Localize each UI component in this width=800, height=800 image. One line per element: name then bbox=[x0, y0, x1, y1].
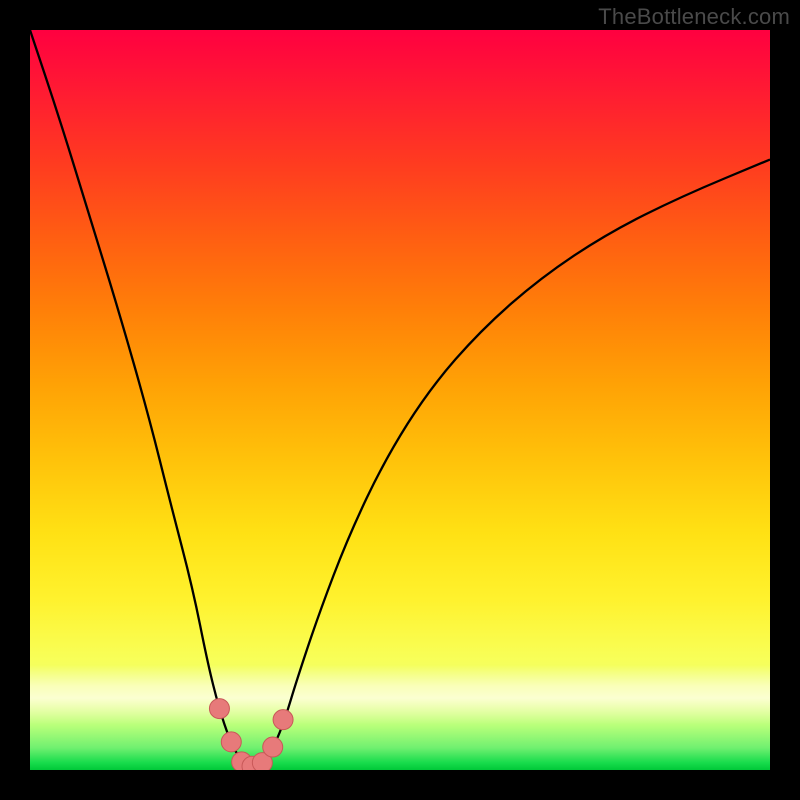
marker-dot bbox=[263, 737, 283, 757]
plot-area bbox=[30, 30, 770, 770]
marker-group bbox=[209, 699, 293, 770]
watermark-text: TheBottleneck.com bbox=[598, 4, 790, 30]
bottleneck-curve bbox=[30, 30, 770, 766]
marker-dot bbox=[209, 699, 229, 719]
chart-frame: TheBottleneck.com bbox=[0, 0, 800, 800]
chart-svg bbox=[30, 30, 770, 770]
marker-dot bbox=[221, 732, 241, 752]
marker-dot bbox=[273, 710, 293, 730]
